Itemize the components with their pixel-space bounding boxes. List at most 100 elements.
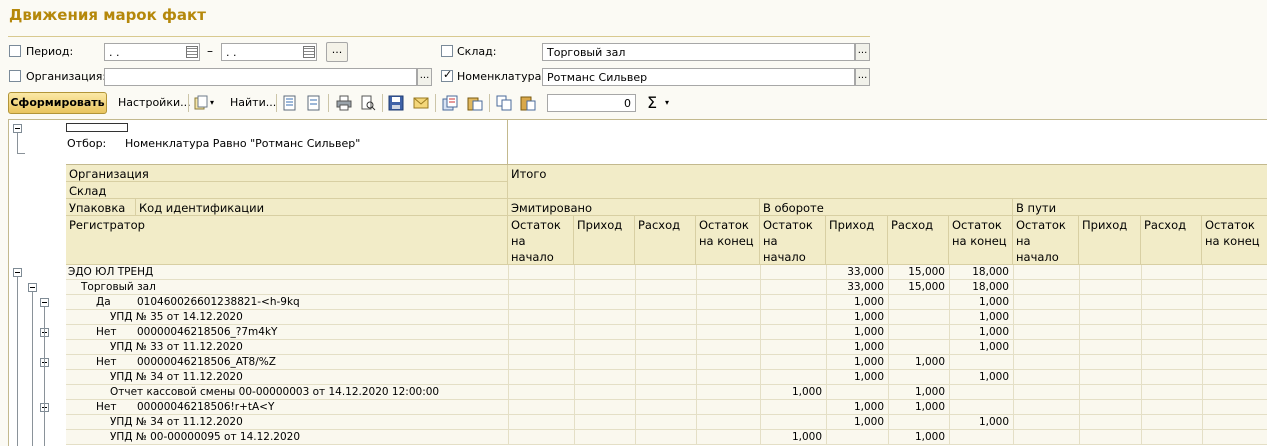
organization-field[interactable] (104, 68, 417, 86)
print-icon[interactable] (336, 95, 352, 111)
report-grid[interactable]: Отбор: Номенклатура Равно "Ротманс Сильв… (8, 119, 1267, 446)
paste-icon[interactable] (520, 95, 536, 111)
column-line (1141, 265, 1142, 280)
table-row[interactable]: УПД № 33 от 11.12.2020 1,000 1,000 (66, 340, 1267, 355)
period-checkbox[interactable] (9, 45, 21, 57)
column-line (1141, 370, 1142, 385)
column-line (508, 310, 509, 325)
outline-line (17, 153, 25, 154)
column-line (635, 385, 636, 400)
table-row[interactable]: УПД № 35 от 14.12.2020 1,000 1,000 (66, 310, 1267, 325)
column-line (574, 370, 575, 385)
collapse-icon[interactable] (13, 124, 22, 133)
period-select-button[interactable]: ... (326, 42, 348, 62)
column-line (1141, 385, 1142, 400)
mail-icon[interactable] (413, 95, 429, 111)
collapse-icon[interactable] (40, 298, 49, 307)
report-header-cell (66, 123, 128, 132)
row-label: УПД № 34 от 11.12.2020 (110, 416, 243, 428)
header-income: Приход (1079, 216, 1141, 265)
column-line (635, 280, 636, 295)
column-line (888, 415, 889, 430)
header-warehouse: Склад (66, 182, 508, 199)
column-line (888, 325, 889, 340)
settings-button[interactable]: Настройки... (118, 96, 191, 109)
table-row[interactable]: Нет 00000046218506_?7m4kY 1,000 1,000 (66, 325, 1267, 340)
print-preview-icon[interactable] (360, 95, 376, 111)
row-value: 1,000 (853, 341, 884, 353)
calendar-icon[interactable] (186, 46, 198, 58)
header-end-balance: Остаток на конец (1202, 216, 1267, 265)
collapse-groups-icon[interactable] (306, 95, 322, 111)
header-start-balance: Остаток на начало (760, 216, 826, 265)
column-line (508, 415, 509, 430)
column-line (1013, 355, 1014, 370)
row-value: 15,000 (908, 281, 945, 293)
table-row[interactable]: Торговый зал 33,000 15,000 18,000 (66, 280, 1267, 295)
warehouse-field[interactable]: Торговый зал (542, 43, 855, 61)
header-end-balance: Остаток на конец (696, 216, 760, 265)
paste-table-icon[interactable] (467, 95, 483, 111)
table-row[interactable]: УПД № 34 от 11.12.2020 1,000 1,000 (66, 415, 1267, 430)
table-row[interactable]: УПД № 00-00000095 от 14.12.2020 1,000 1,00… (66, 430, 1267, 445)
column-line (949, 430, 950, 445)
row-label: Нет (96, 326, 117, 338)
column-line (635, 295, 636, 310)
column-line (1079, 385, 1080, 400)
collapse-icon[interactable] (28, 283, 37, 292)
nomenclature-field[interactable]: Ротманс Сильвер (542, 68, 855, 86)
table-row[interactable]: Отчет кассовой смены 00-00000003 от 14.1… (66, 385, 1267, 400)
outline-line (17, 133, 18, 153)
organization-checkbox[interactable] (9, 70, 21, 82)
generate-report-button[interactable]: Сформировать (8, 92, 107, 114)
organization-select-button[interactable]: ... (417, 68, 432, 86)
chevron-down-icon[interactable]: ▾ (665, 98, 669, 107)
expand-groups-icon[interactable] (282, 95, 298, 111)
nomenclature-label: Номенклатура: (457, 70, 546, 83)
collapse-icon[interactable] (13, 268, 22, 277)
column-line (508, 400, 509, 415)
warehouse-select-button[interactable]: ... (855, 43, 870, 61)
column-line (888, 295, 889, 310)
column-line (888, 310, 889, 325)
table-row[interactable]: Нет 00000046218506_AT8/%Z 1,000 1,000 (66, 355, 1267, 370)
table-row[interactable]: Нет 00000046218506!r+tA<Y 1,000 1,000 (66, 400, 1267, 415)
row-value: 33,000 (847, 266, 884, 278)
copy-icon[interactable] (496, 95, 512, 111)
sum-field[interactable]: 0 (547, 94, 636, 112)
row-code: 010460026601238821-<h-9kq (137, 296, 300, 308)
calendar-icon[interactable] (303, 46, 315, 58)
save-icon[interactable] (388, 95, 404, 111)
column-line (574, 385, 575, 400)
column-line (696, 385, 697, 400)
find-button[interactable]: Найти... (230, 96, 276, 109)
column-line (1202, 310, 1203, 325)
nomenclature-select-button[interactable]: ... (855, 68, 870, 86)
column-line (574, 295, 575, 310)
table-row[interactable]: УПД № 34 от 11.12.2020 1,000 1,000 (66, 370, 1267, 385)
column-line (696, 340, 697, 355)
sum-icon[interactable]: Σ (647, 93, 657, 112)
copy-table-icon[interactable] (442, 95, 458, 111)
table-row[interactable]: Да 010460026601238821-<h-9kq 1,000 1,000 (66, 295, 1267, 310)
column-line (949, 400, 950, 415)
nomenclature-checkbox[interactable] (441, 68, 453, 82)
column-line (949, 355, 950, 370)
row-value: 1,000 (978, 341, 1009, 353)
period-label: Период: (26, 45, 74, 58)
column-line (1079, 370, 1080, 385)
column-line (574, 430, 575, 445)
column-line (1013, 310, 1014, 325)
column-line (1202, 415, 1203, 430)
variants-icon[interactable] (194, 95, 210, 111)
warehouse-checkbox[interactable] (441, 45, 453, 57)
table-row[interactable]: ЭДО ЮЛ ТРЕНД 33,000 15,000 18,000 (66, 265, 1267, 280)
title-divider (8, 36, 870, 37)
row-code: 00000046218506_?7m4kY (137, 326, 278, 338)
column-line (574, 400, 575, 415)
column-line (1202, 295, 1203, 310)
chevron-down-icon[interactable]: ▾ (210, 98, 214, 107)
row-value: 1,000 (853, 371, 884, 383)
column-line (888, 370, 889, 385)
row-value: 1,000 (853, 326, 884, 338)
